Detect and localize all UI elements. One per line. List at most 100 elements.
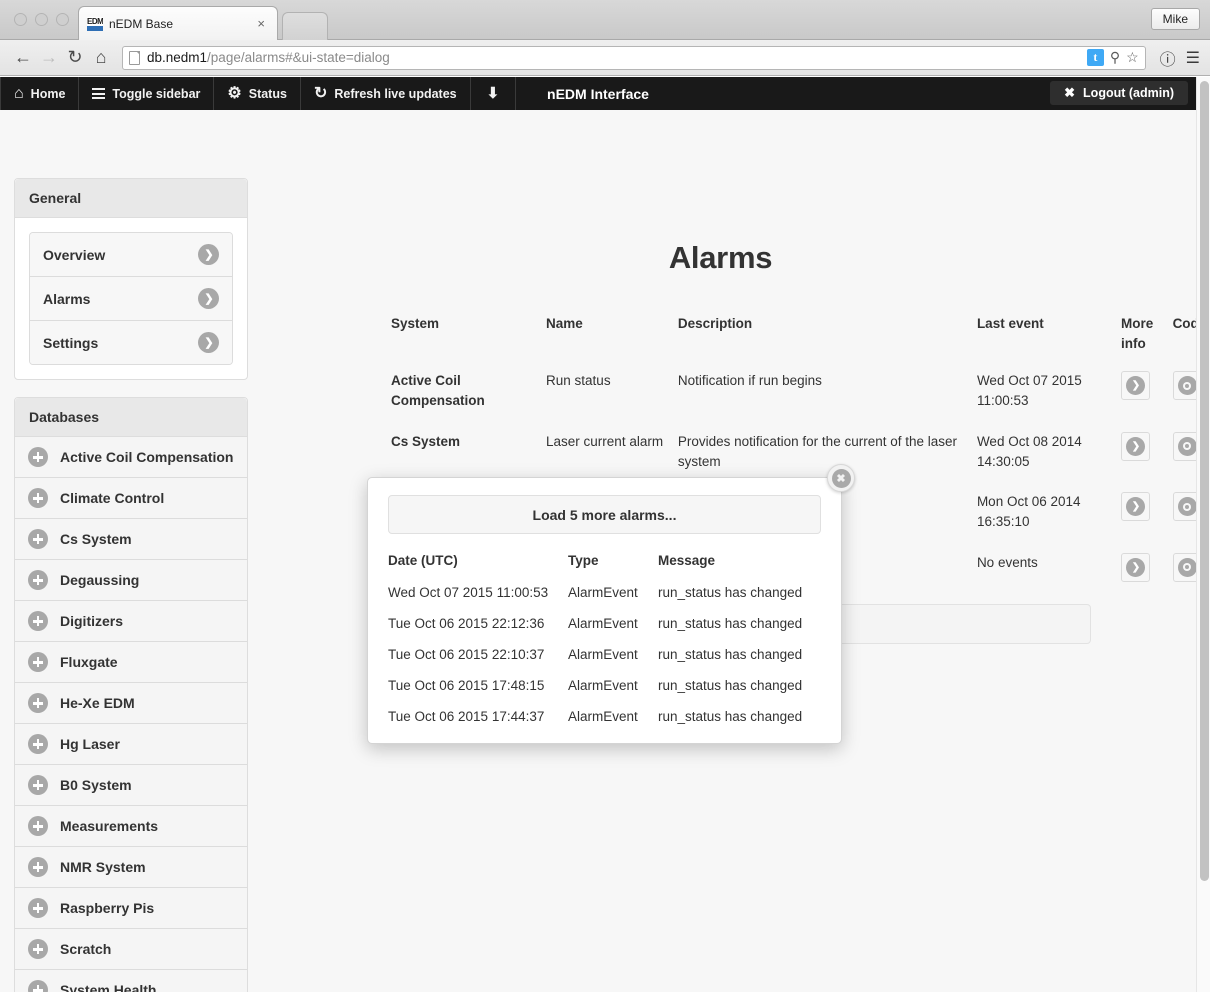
sidebar-item-alarms[interactable]: Alarms bbox=[30, 277, 232, 321]
plus-circle-icon bbox=[28, 693, 48, 713]
maximize-window-button[interactable] bbox=[56, 13, 69, 26]
table-row: Active Coil Compensation Run status Noti… bbox=[391, 361, 1210, 422]
events-table-body: Wed Oct 07 2015 11:00:53 AlarmEvent run_… bbox=[388, 577, 821, 732]
tumblr-badge-icon[interactable]: t bbox=[1086, 49, 1104, 66]
cell-more-info bbox=[1120, 543, 1173, 592]
events-table-head: Date (UTC) Type Message bbox=[388, 544, 821, 577]
cell-message: run_status has changed bbox=[658, 709, 803, 724]
logout-label: Logout (admin) bbox=[1083, 86, 1174, 100]
column-header-date: Date (UTC) bbox=[388, 553, 458, 568]
list-item-label: Cs System bbox=[60, 531, 132, 547]
chevron-right-icon bbox=[198, 288, 219, 309]
list-item[interactable]: Raspberry Pis bbox=[15, 888, 247, 929]
reload-icon[interactable]: ↻ bbox=[62, 45, 88, 71]
address-bar[interactable]: db.nedm1/page/alarms#&ui-state=dialog t … bbox=[122, 45, 1146, 70]
list-item-label: Active Coil Compensation bbox=[60, 449, 234, 465]
table-row: Tue Oct 06 2015 22:10:37 AlarmEvent run_… bbox=[388, 639, 821, 670]
plus-circle-icon bbox=[28, 857, 48, 877]
nav-toggle-sidebar-button[interactable]: Toggle sidebar bbox=[79, 77, 215, 110]
cell-last-event: Wed Oct 08 2014 14:30:05 bbox=[976, 433, 1082, 469]
page-info-icon[interactable] bbox=[129, 50, 140, 65]
general-panel: General Overview Alarms Settings bbox=[14, 178, 248, 380]
list-item-label: Climate Control bbox=[60, 490, 165, 506]
chevron-right-icon bbox=[198, 244, 219, 265]
list-item[interactable]: Fluxgate bbox=[15, 642, 247, 683]
table-header-row: Date (UTC) Type Message bbox=[388, 544, 821, 577]
minimize-window-button[interactable] bbox=[35, 13, 48, 26]
cell-type: AlarmEvent bbox=[568, 709, 638, 724]
databases-panel: Databases Active Coil Compensation Clima… bbox=[14, 397, 248, 992]
bookmark-star-icon[interactable]: ☆ bbox=[1126, 49, 1139, 66]
cell-type: AlarmEvent bbox=[568, 647, 638, 662]
more-info-button[interactable] bbox=[1120, 431, 1150, 461]
list-item[interactable]: Measurements bbox=[15, 806, 247, 847]
more-info-button[interactable] bbox=[1120, 371, 1150, 401]
plus-circle-icon bbox=[28, 447, 48, 467]
list-item[interactable]: NMR System bbox=[15, 847, 247, 888]
list-item[interactable]: Digitizers bbox=[15, 601, 247, 642]
list-item[interactable]: B0 System bbox=[15, 765, 247, 806]
dialog-close-button[interactable] bbox=[827, 464, 855, 492]
gear-icon bbox=[227, 86, 241, 102]
page-title: Alarms bbox=[668, 240, 773, 275]
scrollbar-thumb[interactable] bbox=[1200, 81, 1209, 881]
column-header-last-event: Last event bbox=[976, 316, 1044, 331]
list-item[interactable]: Scratch bbox=[15, 929, 247, 970]
window-controls[interactable] bbox=[14, 13, 69, 26]
more-info-button[interactable] bbox=[1120, 552, 1150, 582]
list-item[interactable]: Climate Control bbox=[15, 478, 247, 519]
list-item[interactable]: Cs System bbox=[15, 519, 247, 560]
list-item[interactable]: Degaussing bbox=[15, 560, 247, 601]
close-tab-icon[interactable]: × bbox=[253, 16, 269, 31]
cell-last-event: No events bbox=[976, 554, 1038, 570]
list-item-label: Measurements bbox=[60, 818, 159, 834]
back-icon[interactable]: ← bbox=[10, 45, 36, 71]
list-item[interactable]: Active Coil Compensation bbox=[15, 437, 247, 478]
list-item[interactable]: Hg Laser bbox=[15, 724, 247, 765]
url-path: /page/alarms#&ui-state=dialog bbox=[207, 50, 390, 65]
logout-button[interactable]: Logout (admin) bbox=[1050, 81, 1188, 105]
sidebar-item-overview[interactable]: Overview bbox=[30, 233, 232, 277]
list-item[interactable]: System Health bbox=[15, 970, 247, 992]
forward-icon[interactable]: → bbox=[36, 45, 62, 71]
close-window-button[interactable] bbox=[14, 13, 27, 26]
browser-tab[interactable]: EDM nEDM Base × bbox=[78, 6, 278, 40]
url-text: db.nedm1/page/alarms#&ui-state=dialog bbox=[147, 50, 390, 65]
list-item-label: Digitizers bbox=[60, 613, 124, 629]
vertical-scrollbar[interactable] bbox=[1196, 77, 1210, 992]
gear-icon bbox=[1177, 557, 1197, 577]
load-more-alarms-button[interactable]: Load 5 more alarms... bbox=[388, 495, 821, 534]
cell-more-info bbox=[1120, 482, 1173, 543]
list-item-label: Degaussing bbox=[60, 572, 140, 588]
browser-menu-icon[interactable]: ☰ bbox=[1186, 48, 1200, 68]
nav-home-button[interactable]: Home bbox=[0, 77, 80, 110]
cell-more-info bbox=[1120, 361, 1173, 422]
sidebar-item-label: Alarms bbox=[43, 290, 91, 307]
home-icon bbox=[14, 86, 24, 102]
refresh-icon bbox=[314, 86, 327, 102]
plus-circle-icon bbox=[28, 529, 48, 549]
info-circle-icon[interactable]: ⓘ bbox=[1160, 46, 1176, 70]
plus-circle-icon bbox=[28, 570, 48, 590]
nav-status-label: Status bbox=[248, 86, 287, 101]
list-item[interactable]: He-Xe EDM bbox=[15, 683, 247, 724]
more-info-button[interactable] bbox=[1120, 492, 1150, 522]
nav-status-button[interactable]: Status bbox=[214, 77, 301, 110]
home-icon[interactable]: ⌂ bbox=[88, 45, 114, 71]
profile-button[interactable]: Mike bbox=[1150, 8, 1200, 30]
search-icon[interactable]: ⚲ bbox=[1110, 49, 1120, 66]
browser-tabstrip: EDM nEDM Base × Mike bbox=[0, 0, 1210, 40]
cell-date: Tue Oct 06 2015 22:10:37 bbox=[388, 647, 545, 662]
table-header-row: System Name Description Last event More … bbox=[391, 306, 1210, 361]
new-tab-button[interactable] bbox=[282, 12, 328, 40]
nav-refresh-button[interactable]: Refresh live updates bbox=[301, 77, 471, 110]
events-table: Date (UTC) Type Message Wed Oct 07 2015 … bbox=[388, 544, 821, 732]
download-icon bbox=[487, 86, 500, 101]
cell-message: run_status has changed bbox=[658, 616, 803, 631]
cell-more-info bbox=[1120, 422, 1173, 483]
nav-download-button[interactable] bbox=[471, 77, 517, 110]
toolbar-right-actions: ⓘ ☰ bbox=[1154, 46, 1200, 70]
sidebar-item-settings[interactable]: Settings bbox=[30, 321, 232, 364]
chevron-right-icon bbox=[1125, 376, 1145, 396]
gear-icon bbox=[1177, 376, 1197, 396]
